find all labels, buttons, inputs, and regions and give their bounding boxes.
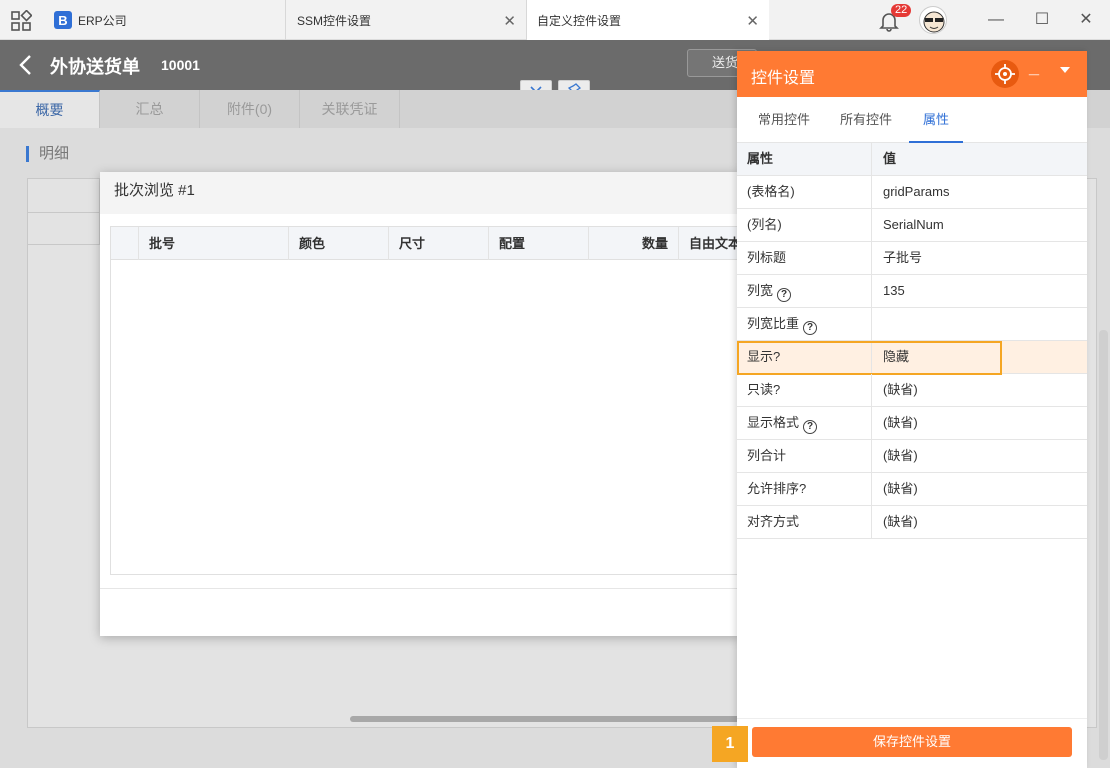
property-value[interactable]: 135 <box>871 275 1087 307</box>
column-header-free-text[interactable]: 自由文本 <box>679 227 740 260</box>
close-icon[interactable]: ✕ <box>503 12 516 30</box>
property-key: 列标题 <box>747 250 787 265</box>
property-key: (列名) <box>747 217 782 232</box>
apps-grid-icon[interactable] <box>10 9 33 32</box>
dialog-title: 批次浏览 #1 <box>100 172 740 214</box>
batch-browse-dialog: 批次浏览 #1 批号 颜色 尺寸 配置 数量 自由文本 <box>100 172 740 636</box>
batch-grid: 批号 颜色 尺寸 配置 数量 自由文本 <box>110 226 740 575</box>
document-number: 10001 <box>161 57 200 73</box>
grid-row <box>28 213 100 245</box>
property-value[interactable]: (缺省) <box>871 473 1087 505</box>
property-key: 显示? <box>747 349 781 364</box>
column-header-size[interactable]: 尺寸 <box>389 227 489 260</box>
property-key: (表格名) <box>747 184 795 199</box>
erp-logo-icon: B <box>54 11 72 29</box>
property-key-text: 列宽 <box>747 283 774 298</box>
dropdown-caret-icon[interactable] <box>1060 67 1070 73</box>
horizontal-scrollbar[interactable] <box>350 716 740 722</box>
vertical-scrollbar[interactable] <box>1099 330 1108 760</box>
panel-title: 控件设置 <box>751 70 816 87</box>
property-key: 列宽比重? <box>747 308 818 340</box>
step-marker: 1 <box>712 726 748 762</box>
property-key-text: 列宽比重 <box>747 316 800 331</box>
column-header-quantity[interactable]: 数量 <box>589 227 679 260</box>
tab-overview[interactable]: 概要 <box>0 90 100 128</box>
close-window-icon[interactable]: ✕ <box>1076 10 1096 30</box>
page-title: 外协送货单 <box>50 57 140 77</box>
property-row-width-weight[interactable]: 列宽比重? <box>737 308 1087 341</box>
property-value[interactable]: SerialNum <box>871 209 1087 241</box>
header-value: 值 <box>871 143 1087 175</box>
property-key: 列宽? <box>747 275 792 307</box>
column-header-color[interactable]: 颜色 <box>289 227 389 260</box>
title-bar: B ERP公司 SSM控件设置 ✕ 自定义控件设置 ✕ 22 — ☐ ✕ <box>0 0 1110 40</box>
minimize-panel-icon[interactable]: _ <box>1029 57 1039 78</box>
property-value[interactable]: 子批号 <box>871 242 1087 274</box>
property-row-grid-name[interactable]: (表格名) gridParams <box>737 176 1087 209</box>
property-value[interactable]: (缺省) <box>871 407 1087 439</box>
locate-target-icon[interactable] <box>991 60 1019 88</box>
tab-summary[interactable]: 汇总 <box>100 90 200 128</box>
property-value[interactable]: (缺省) <box>871 440 1087 472</box>
grid-header-cell <box>28 179 100 213</box>
tab-erp-label: ERP公司 <box>78 13 127 28</box>
column-header-config[interactable]: 配置 <box>489 227 589 260</box>
tab-ssm-label: SSM控件设置 <box>297 13 372 28</box>
tab-ssm-settings[interactable]: SSM控件设置 ✕ <box>287 0 527 40</box>
back-arrow-icon[interactable] <box>16 53 36 77</box>
tab-related-vouchers[interactable]: 关联凭证 <box>300 90 400 128</box>
help-icon[interactable]: ? <box>803 321 818 335</box>
property-row-column-title[interactable]: 列标题 子批号 <box>737 242 1087 275</box>
property-value[interactable]: (缺省) <box>871 506 1087 538</box>
property-value[interactable] <box>871 308 1087 340</box>
property-value[interactable]: 隐藏 <box>871 341 1087 373</box>
header-property: 属性 <box>747 151 774 166</box>
row-indicator-column <box>111 227 139 260</box>
property-key: 只读? <box>747 382 781 397</box>
help-icon[interactable]: ? <box>777 288 792 302</box>
property-key-text: 显示格式 <box>747 415 800 430</box>
notification-badge: 22 <box>891 4 912 17</box>
tab-custom-settings[interactable]: 自定义控件设置 ✕ <box>527 0 769 40</box>
property-row-column-width[interactable]: 列宽? 135 <box>737 275 1087 308</box>
panel-header: 控件设置 _ <box>737 51 1087 97</box>
property-value[interactable]: gridParams <box>871 176 1087 208</box>
close-icon[interactable]: ✕ <box>746 12 759 30</box>
help-icon[interactable]: ? <box>803 420 818 434</box>
tab-custom-label: 自定义控件设置 <box>537 13 622 28</box>
property-row-allow-sort[interactable]: 允许排序? (缺省) <box>737 473 1087 506</box>
property-row-display-format[interactable]: 显示格式? (缺省) <box>737 407 1087 440</box>
minimize-window-icon[interactable]: — <box>986 10 1006 30</box>
column-header-batch[interactable]: 批号 <box>139 227 289 260</box>
maximize-window-icon[interactable]: ☐ <box>1032 10 1052 30</box>
tab-all-controls[interactable]: 所有控件 <box>830 97 902 143</box>
section-title: 明细 <box>26 146 69 162</box>
tab-common-controls[interactable]: 常用控件 <box>748 97 820 143</box>
tab-attachments[interactable]: 附件(0) <box>200 90 300 128</box>
panel-tabs: 常用控件 所有控件 属性 <box>737 97 1087 143</box>
tab-properties[interactable]: 属性 <box>909 97 963 143</box>
control-settings-panel: 控件设置 _ 常用控件 所有控件 属性 属性 值 (表格名) gridParam… <box>737 51 1087 768</box>
property-key: 对齐方式 <box>747 514 800 529</box>
property-row-column-total[interactable]: 列合计 (缺省) <box>737 440 1087 473</box>
property-table: 属性 值 (表格名) gridParams (列名) SerialNum 列标题… <box>737 143 1087 539</box>
property-row-readonly[interactable]: 只读? (缺省) <box>737 374 1087 407</box>
save-settings-button[interactable]: 保存控件设置 <box>752 727 1072 757</box>
property-row-visible[interactable]: 显示? 隐藏 <box>737 341 1087 375</box>
property-value[interactable]: (缺省) <box>871 374 1087 406</box>
dialog-footer <box>100 588 740 589</box>
avatar[interactable] <box>919 6 947 34</box>
tab-erp[interactable]: B ERP公司 <box>44 0 286 40</box>
property-key: 允许排序? <box>747 481 807 496</box>
panel-footer: 保存控件设置 <box>737 718 1087 768</box>
property-row-column-name[interactable]: (列名) SerialNum <box>737 209 1087 242</box>
property-key: 列合计 <box>747 448 787 463</box>
property-key: 显示格式? <box>747 407 818 439</box>
property-row-alignment[interactable]: 对齐方式 (缺省) <box>737 506 1087 539</box>
batch-grid-header: 批号 颜色 尺寸 配置 数量 自由文本 <box>111 227 740 260</box>
property-table-header: 属性 值 <box>737 143 1087 176</box>
